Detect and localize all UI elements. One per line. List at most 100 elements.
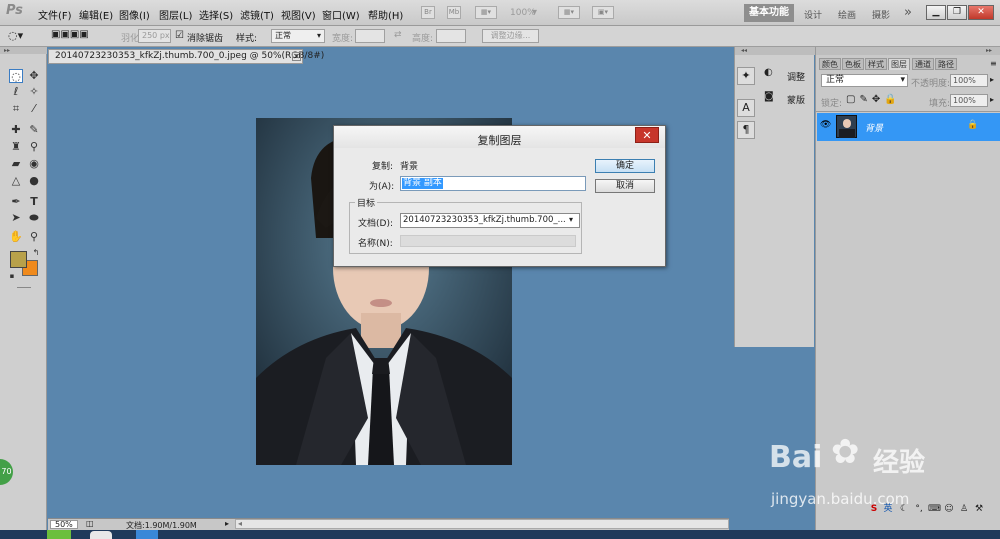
dodge-icon[interactable]: ● [27, 174, 41, 188]
menu-view[interactable]: 视图(V) [281, 7, 316, 22]
eye-icon[interactable]: 👁 [820, 120, 831, 130]
paint-bucket-icon[interactable]: ◉ [27, 157, 41, 171]
menu-window[interactable]: 窗口(W) [322, 7, 360, 22]
document-tab[interactable]: 20140723230353_kfkZj.thumb.700_0.jpeg @ … [48, 49, 324, 64]
adjustments-icon[interactable]: ◐ [764, 67, 773, 78]
zoom-dropdown-icon[interactable]: ▾ [532, 7, 537, 18]
feather-input[interactable]: 250 px [138, 29, 171, 43]
character-icon[interactable]: A [737, 99, 755, 117]
workspace-photography[interactable]: 摄影 [872, 8, 890, 21]
layer-name-input[interactable]: 背景 副本 [400, 176, 586, 191]
antialias-checkbox[interactable]: ☑ [175, 30, 184, 41]
height-input[interactable] [436, 29, 466, 43]
tool-presets-icon[interactable]: ✦ [737, 67, 755, 85]
zoom-field[interactable]: 50% [50, 520, 78, 529]
tab-paths[interactable]: 路径 [935, 58, 957, 70]
swap-icon[interactable]: ⇄ [394, 30, 402, 40]
eyedropper-icon[interactable]: ⁄ [27, 102, 41, 116]
pen-icon[interactable]: ✒ [9, 195, 23, 209]
ime-tools-icon[interactable]: ⚒ [973, 503, 985, 515]
selection-mode-icons[interactable]: ▣▣▣▣ [51, 29, 89, 40]
ime-user-icon[interactable]: ☺ [943, 503, 955, 515]
panel-collapse-right-icon[interactable]: ▸▸ [816, 47, 1000, 55]
menu-help[interactable]: 帮助(H) [368, 7, 403, 22]
tab-channels[interactable]: 通道 [912, 58, 934, 70]
menu-file[interactable]: 文件(F) [38, 7, 72, 22]
taskbar-app-3[interactable] [136, 530, 158, 539]
tab-styles[interactable]: 样式 [865, 58, 887, 70]
healing-brush-icon[interactable]: ✚ [9, 123, 23, 137]
rect-marquee-icon[interactable]: ◌ [9, 69, 23, 83]
status-menu-icon[interactable]: ▸ [225, 519, 229, 528]
quick-mask-icon[interactable] [17, 287, 31, 288]
toolbar-collapse-icon[interactable]: ▸▸ [0, 47, 47, 54]
width-input[interactable] [355, 29, 385, 43]
dialog-close-icon[interactable]: ✕ [635, 127, 659, 143]
ime-s-icon[interactable]: S [868, 503, 880, 515]
ime-shirt-icon[interactable]: ♙ [958, 503, 970, 515]
opacity-arrow-icon[interactable]: ▸ [990, 75, 994, 84]
status-icon[interactable]: ◫ [86, 519, 94, 528]
bridge-icon[interactable]: Br [421, 6, 435, 19]
tab-layers[interactable]: 图层 [888, 58, 910, 70]
ime-lang-icon[interactable]: 英 [882, 503, 894, 515]
taskbar-app-2[interactable] [90, 531, 112, 539]
eraser-icon[interactable]: ▰ [9, 157, 23, 171]
move-tool-icon[interactable]: ✥ [27, 69, 41, 83]
panel-collapse-icon[interactable]: ◂◂ [735, 47, 815, 55]
ime-keyboard-icon[interactable]: ⌨ [928, 503, 941, 515]
magic-wand-icon[interactable]: ✧ [27, 85, 41, 99]
menu-image[interactable]: 图像(I) [119, 7, 150, 22]
restore-icon[interactable]: ❐ [947, 5, 967, 20]
workspace-essentials[interactable]: 基本功能 [744, 4, 794, 22]
view-extras-icon[interactable]: ▦▾ [475, 6, 497, 19]
fill-input[interactable]: 100% [950, 94, 988, 107]
scroll-left-icon[interactable]: ◂ [238, 519, 242, 528]
style-select[interactable]: 正常 ▾ [271, 29, 325, 43]
document-select[interactable]: 20140723230353_kfkZj.thumb.700_... [400, 213, 580, 228]
workspace-painting[interactable]: 绘画 [838, 8, 856, 21]
paragraph-icon[interactable]: ¶ [737, 121, 755, 139]
masks-icon[interactable]: ◙ [764, 91, 774, 102]
lasso-icon[interactable]: ℓ [9, 85, 23, 99]
close-icon[interactable]: ✕ [968, 5, 994, 20]
default-colors-icon[interactable]: ▪ [5, 269, 19, 283]
more-workspaces-icon[interactable]: » [904, 5, 912, 20]
masks-label[interactable]: 蒙版 [787, 93, 805, 106]
horizontal-scrollbar[interactable]: ◂ [235, 519, 729, 529]
shape-icon[interactable]: ⬬ [27, 211, 41, 225]
menu-edit[interactable]: 编辑(E) [79, 7, 113, 22]
lock-icons[interactable]: ▢✎✥🔒 [846, 94, 901, 105]
minimize-icon[interactable]: ▁ [926, 5, 946, 20]
brush-icon[interactable]: ✎ [27, 123, 41, 137]
crop-icon[interactable]: ⌗ [9, 102, 23, 116]
hand-icon[interactable]: ✋ [9, 230, 23, 244]
refine-edge-button[interactable]: 调整边缘... [482, 29, 539, 43]
clone-stamp-icon[interactable]: ♜ [9, 140, 23, 154]
history-brush-icon[interactable]: ⚲ [27, 140, 41, 154]
opacity-input[interactable]: 100% [950, 74, 988, 87]
dialog-titlebar[interactable]: 复制图层 ✕ [334, 126, 665, 148]
chevron-down-icon[interactable]: ▾ [569, 215, 573, 224]
minibridge-icon[interactable]: Mb [447, 6, 461, 19]
swap-colors-icon[interactable]: ↰ [29, 246, 43, 260]
menu-select[interactable]: 选择(S) [199, 7, 233, 22]
fill-arrow-icon[interactable]: ▸ [990, 95, 994, 104]
ime-moon-icon[interactable]: ☾ [898, 503, 910, 515]
adjustments-label[interactable]: 调整 [787, 70, 805, 83]
cancel-button[interactable]: 取消 [595, 179, 655, 193]
path-selection-icon[interactable]: ➤ [9, 211, 23, 225]
blur-icon[interactable]: △ [9, 174, 23, 188]
ime-punct-icon[interactable]: °, [913, 503, 925, 515]
type-icon[interactable]: T [27, 195, 41, 209]
foreground-color-swatch[interactable] [10, 251, 27, 268]
zoom-icon[interactable]: ⚲ [27, 230, 41, 244]
tab-swatches[interactable]: 色板 [842, 58, 864, 70]
arrange-documents-icon[interactable]: ▦▾ [558, 6, 580, 19]
screen-mode-icon[interactable]: ▣▾ [592, 6, 614, 19]
menu-filter[interactable]: 滤镜(T) [240, 7, 274, 22]
panel-menu-icon[interactable]: ≡ [990, 59, 997, 68]
layer-row-background[interactable]: 👁 背景 🔒 [817, 113, 1000, 141]
blend-mode-select[interactable]: 正常 ▾ [821, 74, 908, 87]
ok-button[interactable]: 确定 [595, 159, 655, 173]
